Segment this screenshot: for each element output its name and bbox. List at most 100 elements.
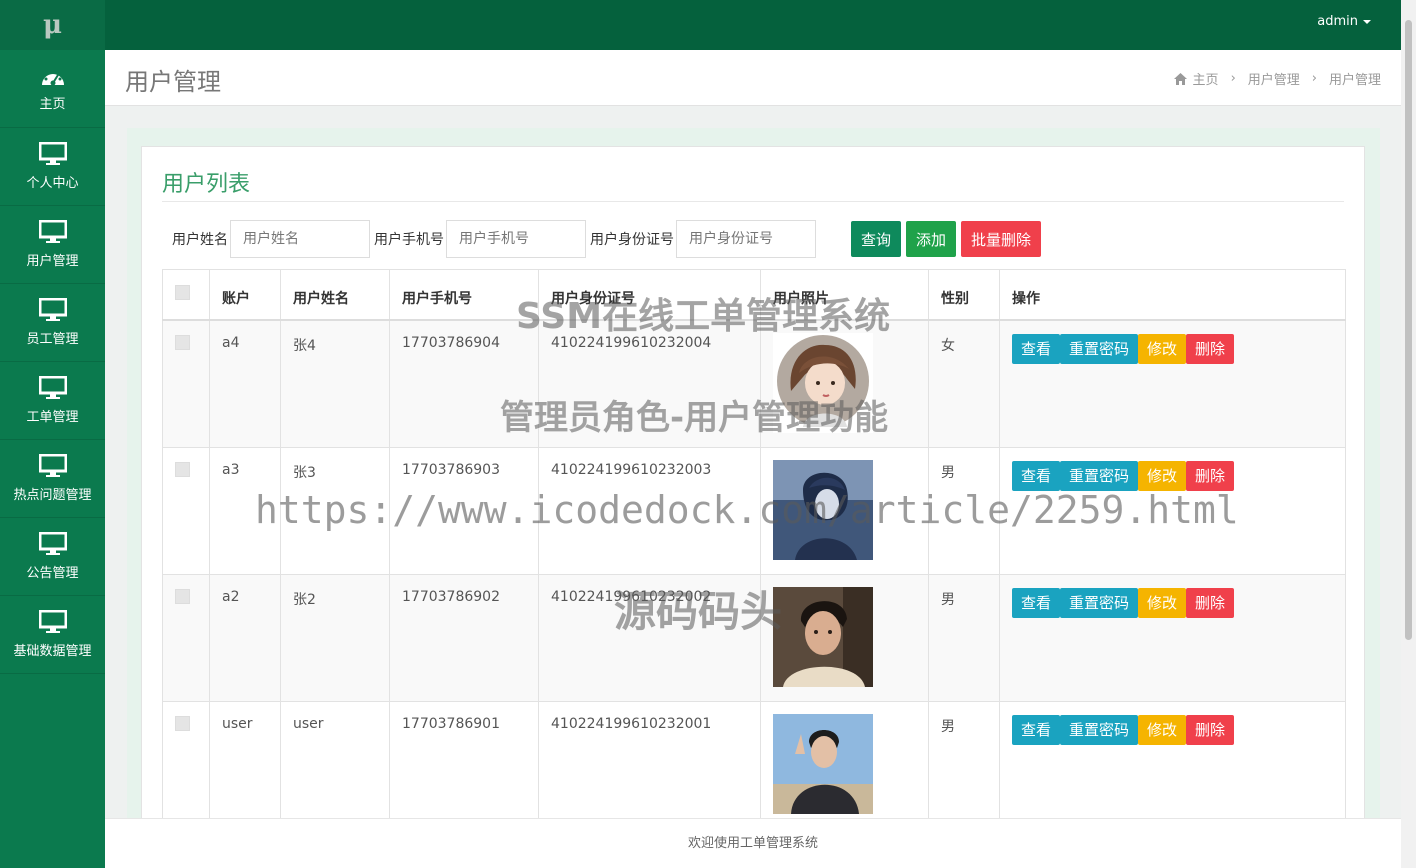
user-menu[interactable]: admin [1317,14,1371,29]
user-photo [773,713,873,814]
view-button[interactable]: 查看 [1012,587,1061,618]
reset-password-button[interactable]: 重置密码 [1060,460,1139,491]
reset-password-button[interactable]: 重置密码 [1060,714,1139,745]
column-header: 用户手机号 [389,269,539,321]
panel-title: 用户列表 [162,172,251,197]
photo-cell [760,446,929,575]
row-checkbox[interactable] [175,588,190,604]
divider [162,201,1344,202]
sidebar-item-label: 个人中心 [26,176,79,191]
sidebar-item-label: 主页 [39,97,66,112]
add-button[interactable]: 添加 [906,221,957,257]
delete-button[interactable]: 删除 [1186,460,1235,491]
table-row: a4 张4 17703786904 410224199610232004 女 查… [162,319,1346,448]
idcard-cell: 410224199610232004 [538,319,761,448]
search-phone-input[interactable] [446,220,586,258]
phone-cell: 17703786902 [389,573,539,702]
scrollbar-thumb[interactable] [1405,20,1412,640]
sidebar-item-label: 用户管理 [26,254,79,269]
photo-cell [760,573,929,702]
delete-button[interactable]: 删除 [1186,714,1235,745]
row-select-cell [162,573,210,702]
sidebar-item-users[interactable]: 用户管理 [0,206,105,284]
sidebar-item-basic-data[interactable]: 基础数据管理 [0,596,105,674]
search-form: 用户姓名 用户手机号 用户身份证号 查询 添加 批量删除 [162,219,1042,259]
search-phone-label: 用户手机号 [374,232,444,248]
phone-cell: 17703786904 [389,319,539,448]
monitor-icon [38,298,67,321]
actions-cell: 查看 重置密码 修改 删除 [999,573,1346,702]
column-header: 用户照片 [760,269,929,321]
photo-cell [760,700,929,829]
view-button[interactable]: 查看 [1012,714,1061,745]
row-select-cell [162,700,210,829]
actions-cell: 查看 重置密码 修改 删除 [999,319,1346,448]
row-select-cell [162,446,210,575]
row-select-cell [162,319,210,448]
reset-password-button[interactable]: 重置密码 [1060,587,1139,618]
monitor-icon [38,142,67,165]
actions-cell: 查看 重置密码 修改 删除 [999,700,1346,829]
breadcrumb-home[interactable]: 主页 [1193,69,1219,88]
dashboard-icon [41,69,64,86]
table-header-row: 账户 用户姓名 用户手机号 用户身份证号 用户照片 性别 操作 [162,269,1346,321]
table-row: a2 张2 17703786902 410224199610232002 男 查… [162,573,1346,702]
select-all-header [162,269,210,321]
row-checkbox[interactable] [175,334,190,350]
delete-button[interactable]: 删除 [1186,587,1235,618]
name-cell: user [280,700,390,829]
chevron-right-icon: › [1230,71,1236,86]
sidebar-item-profile[interactable]: 个人中心 [0,128,105,206]
account-cell: a3 [209,446,281,575]
sidebar-item-label: 工单管理 [26,410,79,425]
table-row: a3 张3 17703786903 410224199610232003 男 查… [162,446,1346,575]
edit-button[interactable]: 修改 [1138,333,1187,364]
sidebar: μ 主页 个人中心 用户管理 员工管理 工单管理 热点问题管理 公告管理 基础数… [0,0,105,868]
delete-button[interactable]: 删除 [1186,333,1235,364]
sidebar-item-label: 热点问题管理 [13,488,92,503]
sidebar-item-label: 员工管理 [26,332,79,347]
sidebar-item-notices[interactable]: 公告管理 [0,518,105,596]
sidebar-item-tickets[interactable]: 工单管理 [0,362,105,440]
user-list-panel: 用户列表 用户姓名 用户手机号 用户身份证号 查询 添加 批量删除 账户 用户姓… [141,146,1365,846]
sidebar-item-staff[interactable]: 员工管理 [0,284,105,362]
sidebar-item-hot-issues[interactable]: 热点问题管理 [0,440,105,518]
app-logo: μ [0,0,105,50]
user-photo [773,459,873,560]
breadcrumb-section[interactable]: 用户管理 [1248,69,1300,88]
name-cell: 张3 [280,446,390,575]
monitor-icon [38,532,67,555]
view-button[interactable]: 查看 [1012,333,1061,364]
edit-button[interactable]: 修改 [1138,587,1187,618]
edit-button[interactable]: 修改 [1138,714,1187,745]
phone-cell: 17703786901 [389,700,539,829]
column-header: 用户姓名 [280,269,390,321]
page-scrollbar[interactable] [1401,0,1416,868]
monitor-icon [38,220,67,243]
select-all-checkbox[interactable] [175,285,190,300]
query-button[interactable]: 查询 [851,221,902,257]
row-checkbox[interactable] [175,715,190,731]
footer: 欢迎使用工单管理系统 [105,818,1401,868]
sidebar-item-home[interactable]: 主页 [0,50,105,128]
search-name-label: 用户姓名 [172,232,228,248]
idcard-cell: 410224199610232001 [538,700,761,829]
search-idcard-input[interactable] [676,220,816,258]
user-photo [773,332,873,433]
sidebar-item-label: 基础数据管理 [13,644,92,659]
breadcrumb-current: 用户管理 [1328,73,1381,88]
name-cell: 张2 [280,573,390,702]
idcard-cell: 410224199610232002 [538,573,761,702]
search-name-input[interactable] [230,220,370,258]
row-checkbox[interactable] [175,461,190,477]
column-header: 操作 [999,269,1346,321]
reset-password-button[interactable]: 重置密码 [1060,333,1139,364]
phone-cell: 17703786903 [389,446,539,575]
sidebar-item-label: 公告管理 [26,566,79,581]
monitor-icon [38,610,67,633]
page-title: 用户管理 [125,68,221,96]
view-button[interactable]: 查看 [1012,460,1061,491]
batch-delete-button[interactable]: 批量删除 [961,221,1042,257]
gender-cell: 男 [928,573,1000,702]
edit-button[interactable]: 修改 [1138,460,1187,491]
